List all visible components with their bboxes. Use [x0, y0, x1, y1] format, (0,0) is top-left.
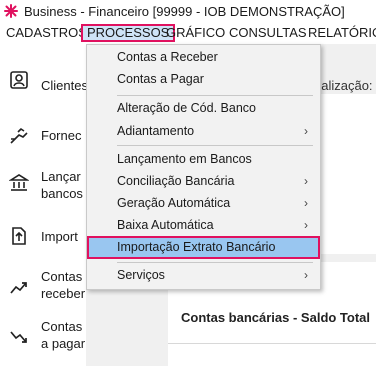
client-icon	[9, 70, 29, 90]
menu-item-conciliacao-bancaria[interactable]: Conciliação Bancária ›	[87, 170, 320, 192]
sidebar-item-label: Clientes	[41, 78, 88, 93]
menu-cadastros[interactable]: CADASTROS	[6, 24, 87, 42]
menu-separator	[117, 262, 313, 263]
menu-processos[interactable]: PROCESSOS	[81, 24, 176, 42]
menu-item-label: Contas a Pagar	[117, 72, 204, 86]
menu-item-baixa-automatica[interactable]: Baixa Automática ›	[87, 214, 320, 236]
menu-item-geracao-automatica[interactable]: Geração Automática ›	[87, 192, 320, 214]
menu-item-label: Baixa Automática	[117, 218, 214, 232]
menu-item-label: Serviços	[117, 268, 165, 282]
menu-item-label: Importação Extrato Bancário	[117, 240, 276, 254]
app-logo-icon	[4, 4, 18, 18]
menu-item-label: Adiantamento	[117, 124, 195, 138]
last-update-label: ualização:	[314, 78, 373, 93]
menu-relatorios[interactable]: RELATÓRIOS	[308, 24, 376, 42]
panel-divider	[168, 343, 376, 344]
submenu-arrow-icon: ›	[304, 218, 308, 232]
menu-item-lancamento-bancos[interactable]: Lançamento em Bancos	[87, 148, 320, 170]
window-title: Business - Financeiro [99999 - IOB DEMON…	[24, 3, 345, 19]
menu-item-label: Geração Automática	[117, 196, 231, 210]
menu-item-alteracao-cod-banco[interactable]: Alteração de Cód. Banco	[87, 97, 320, 119]
submenu-arrow-icon: ›	[304, 124, 308, 138]
menu-grafico[interactable]: GRÁFICO	[166, 24, 225, 42]
menu-item-label: Alteração de Cód. Banco	[117, 101, 256, 115]
menu-item-contas-pagar[interactable]: Contas a Pagar	[87, 68, 320, 90]
trend-up-icon	[9, 278, 29, 298]
supplier-handshake-icon	[9, 124, 29, 144]
menu-item-label: Contas a Receber	[117, 50, 218, 64]
menu-item-contas-receber[interactable]: Contas a Receber	[87, 46, 320, 68]
bank-balance-title: Contas bancárias - Saldo Total	[181, 310, 371, 325]
sidebar-item-label: Lançar bancos	[41, 169, 83, 201]
sidebar-item-label: Contas receber	[41, 269, 86, 301]
submenu-arrow-icon: ›	[304, 196, 308, 210]
sidebar-item-label: Contas a pagar	[41, 319, 86, 351]
submenu-arrow-icon: ›	[304, 174, 308, 188]
menu-item-label: Lançamento em Bancos	[117, 152, 252, 166]
menu-consultas[interactable]: CONSULTAS	[229, 24, 307, 42]
import-icon	[9, 226, 29, 246]
submenu-arrow-icon: ›	[304, 268, 308, 282]
title-bar: Business - Financeiro [99999 - IOB DEMON…	[0, 0, 376, 22]
menu-item-label: Conciliação Bancária	[117, 174, 235, 188]
bank-icon	[8, 173, 30, 193]
menu-bar: CADASTROS PROCESSOS GRÁFICO CONSULTAS RE…	[0, 22, 376, 44]
menu-separator	[117, 95, 313, 96]
processos-dropdown-menu: Contas a Receber Contas a Pagar Alteraçã…	[86, 44, 321, 290]
sidebar: Clientes Fornec Lançar bancos Import Con…	[0, 44, 88, 366]
menu-separator	[117, 145, 313, 146]
trend-down-icon	[9, 327, 29, 347]
menu-item-adiantamento[interactable]: Adiantamento ›	[87, 120, 320, 142]
sidebar-item-label: Import	[41, 229, 78, 244]
menu-item-servicos[interactable]: Serviços ›	[87, 264, 320, 286]
sidebar-item-label: Fornec	[41, 128, 82, 143]
menu-item-importacao-extrato-bancario[interactable]: Importação Extrato Bancário	[87, 236, 320, 259]
